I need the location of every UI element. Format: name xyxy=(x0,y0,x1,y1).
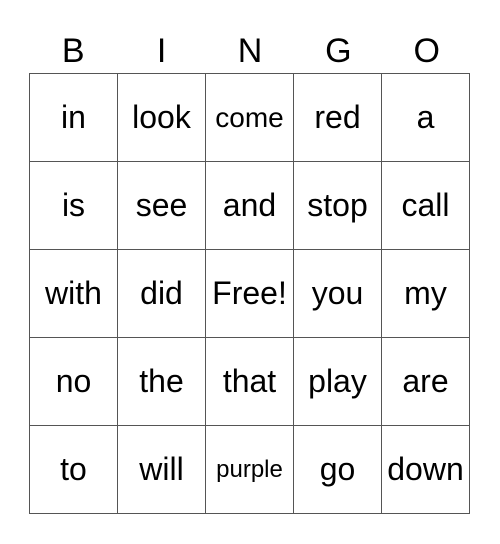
bingo-cell[interactable]: my xyxy=(381,249,470,338)
bingo-cell[interactable]: you xyxy=(293,249,382,338)
header-letter-i: I xyxy=(156,32,167,70)
header-letter-o: O xyxy=(413,32,440,70)
bingo-cell[interactable]: the xyxy=(117,337,206,426)
bingo-cell[interactable]: look xyxy=(117,73,206,162)
bingo-cell[interactable]: purple xyxy=(205,425,294,514)
grid-row: no the that play are xyxy=(29,337,470,426)
bingo-cell[interactable]: is xyxy=(29,161,118,250)
bingo-cell[interactable]: come xyxy=(205,73,294,162)
free-space-cell[interactable]: Free! xyxy=(205,249,294,338)
grid-row: in look come red a xyxy=(29,73,470,162)
grid-row: to will purple go down xyxy=(29,425,470,514)
bingo-header: B I N G O xyxy=(29,30,471,72)
bingo-cell[interactable]: red xyxy=(293,73,382,162)
bingo-cell[interactable]: will xyxy=(117,425,206,514)
bingo-cell[interactable]: a xyxy=(381,73,470,162)
bingo-cell[interactable]: in xyxy=(29,73,118,162)
bingo-cell[interactable]: down xyxy=(381,425,470,514)
bingo-cell[interactable]: are xyxy=(381,337,470,426)
header-letter-n: N xyxy=(237,32,263,70)
bingo-cell[interactable]: call xyxy=(381,161,470,250)
bingo-cell[interactable]: that xyxy=(205,337,294,426)
bingo-card-grid: in look come red a is see and stop call … xyxy=(29,73,470,514)
grid-row: with did Free! you my xyxy=(29,249,470,338)
bingo-cell[interactable]: see xyxy=(117,161,206,250)
header-letter-g: G xyxy=(325,32,352,70)
bingo-cell[interactable]: go xyxy=(293,425,382,514)
header-letter-b: B xyxy=(61,32,85,70)
bingo-cell[interactable]: and xyxy=(205,161,294,250)
bingo-cell[interactable]: did xyxy=(117,249,206,338)
bingo-cell[interactable]: with xyxy=(29,249,118,338)
bingo-cell[interactable]: to xyxy=(29,425,118,514)
bingo-cell[interactable]: play xyxy=(293,337,382,426)
grid-row: is see and stop call xyxy=(29,161,470,250)
bingo-cell[interactable]: stop xyxy=(293,161,382,250)
bingo-cell[interactable]: no xyxy=(29,337,118,426)
